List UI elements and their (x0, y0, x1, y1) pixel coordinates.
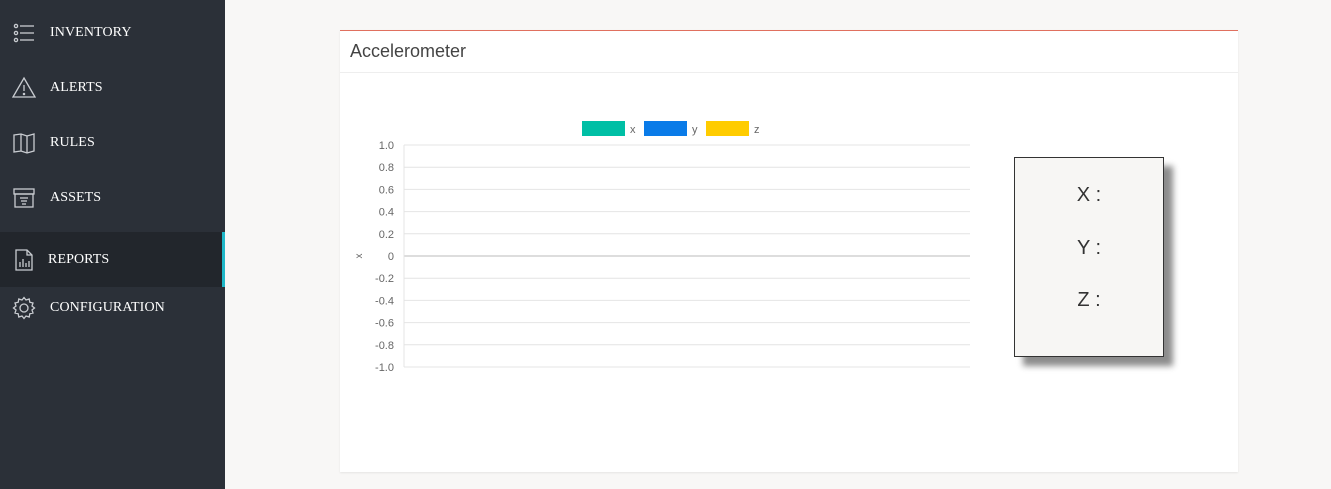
sidebar-item-label: ASSETS (50, 189, 102, 205)
y-tick-label: 0.2 (379, 229, 394, 241)
sidebar-item-label: INVENTORY (50, 24, 132, 40)
y-tick-label: 0.6 (379, 184, 394, 196)
legend-label: y (692, 124, 698, 136)
book-icon (13, 132, 35, 154)
z-value-label: Z : (1077, 289, 1101, 311)
x-value-label: X : (1076, 184, 1102, 206)
y-tick-label: -0.2 (375, 273, 394, 285)
accelerometer-card: Accelerometer xyz 1.0 0.8 0.6 0.4 0.2 0 -0.2 -0… (340, 30, 1238, 472)
warning-icon (12, 76, 36, 98)
legend-item-y[interactable]: y (644, 121, 698, 136)
legend-swatch (582, 121, 625, 136)
box-icon (13, 187, 35, 208)
chart-legend: x y z (582, 121, 760, 136)
y-tick-label: -1.0 (375, 362, 394, 374)
legend-item-z[interactable]: z (706, 121, 760, 136)
report-icon (15, 248, 33, 271)
sidebar-item-reports[interactable]: REPORTS (0, 232, 225, 287)
sidebar-item-assets[interactable]: ASSETS (0, 170, 225, 225)
y-tick-label: 1.0 (379, 140, 394, 152)
y-tick-label: 0.8 (379, 162, 394, 174)
sidebar-item-rules[interactable]: RULES (0, 115, 225, 170)
gear-icon (12, 295, 36, 320)
xyz-readout-panel: X : Y : Z : (1014, 157, 1164, 357)
list-icon (13, 23, 34, 42)
chart-grid (403, 144, 970, 368)
sidebar-item-label: RULES (50, 134, 95, 150)
sidebar: INVENTORY ALERTS RULES ASSETS REPORTS CO… (0, 0, 225, 489)
sidebar-item-inventory[interactable]: INVENTORY (0, 5, 225, 60)
sidebar-item-alerts[interactable]: ALERTS (0, 60, 225, 115)
accelerometer-chart: x y z 1.0 0.8 0.6 0.4 0.2 0 -0.2 -0.4 -0.6 -0.8 -1.0… (354, 121, 970, 374)
y-tick-label: -0.6 (375, 318, 394, 330)
y-tick-label: -0.4 (375, 295, 394, 307)
y-tick-label: 0.4 (379, 207, 394, 219)
sidebar-item-label: REPORTS (48, 251, 110, 267)
chart-y-ticks: 1.0 0.8 0.6 0.4 0.2 0 -0.2 -0.4 -0.6 -0.8 -1.0 (375, 140, 394, 374)
sidebar-item-label: ALERTS (50, 79, 103, 95)
sidebar-item-label: CONFIGURATION (50, 299, 165, 315)
legend-label: x (630, 124, 636, 136)
legend-item-x[interactable]: x (582, 121, 636, 136)
y-tick-label: 0 (388, 251, 394, 263)
y-value-label: Y : (1076, 237, 1102, 259)
legend-swatch (644, 121, 687, 136)
sidebar-item-configuration[interactable]: CONFIGURATION (0, 280, 225, 335)
legend-swatch (706, 121, 749, 136)
y-tick-label: -0.8 (375, 340, 394, 352)
legend-label: z (754, 124, 760, 136)
chart-y-axis-label: x (354, 254, 365, 259)
